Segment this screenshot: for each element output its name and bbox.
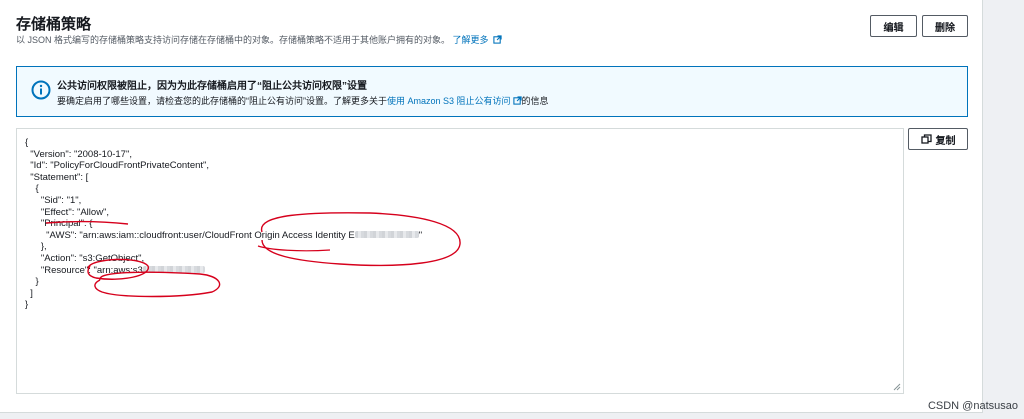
code-line: "AWS": "arn:aws:iam::cloudfront:user/Clo… — [25, 229, 355, 241]
redacted-value — [354, 230, 419, 238]
learn-more-label: 了解更多 — [452, 35, 489, 45]
code-line: { — [25, 183, 39, 195]
info-icon — [31, 80, 51, 100]
code-line: "Principal": { — [25, 218, 93, 230]
code-line: } — [25, 299, 29, 311]
alert-body: 要确定启用了哪些设置，请检查您的此存储桶的“阻止公有访问”设置。了解更多关于使用… — [57, 94, 549, 107]
edit-button[interactable]: 编辑 — [870, 15, 917, 37]
code-line: { — [25, 137, 29, 148]
watermark: CSDN @natsusao — [927, 400, 1018, 412]
description-text: 以 JSON 格式编写的存储桶策略支持访问存储在存储桶中的对象。存储桶策略不适用… — [16, 35, 451, 45]
code-line: "Statement": [ — [25, 171, 89, 183]
delete-button[interactable]: 删除 — [922, 15, 968, 37]
resize-handle-icon[interactable] — [893, 383, 901, 391]
copy-icon — [920, 133, 932, 144]
alert-body-suffix: 的信息 — [521, 96, 549, 106]
panel-description: 以 JSON 格式编写的存储桶策略支持访问存储在存储桶中的对象。存储桶策略不适用… — [16, 33, 502, 46]
code-line: }, — [25, 241, 47, 253]
alert-body-text: 要确定启用了哪些设置，请检查您的此存储桶的“阻止公有访问”设置。了解更多关于 — [57, 96, 387, 106]
copy-button[interactable]: 复制 — [908, 128, 968, 150]
code-line: "Resource": "arn:aws:s3 — [25, 264, 143, 276]
learn-more-link[interactable]: 了解更多 — [453, 35, 503, 45]
policy-json-editor[interactable]: { "Version": "2008-10-17", "Id": "Policy… — [16, 128, 904, 394]
code-line: ] — [25, 287, 33, 299]
code-line: "Effect": "Allow", — [25, 206, 110, 218]
code-line: } — [25, 276, 39, 288]
bucket-policy-panel: 存储桶策略 以 JSON 格式编写的存储桶策略支持访问存储在存储桶中的对象。存储… — [0, 0, 983, 413]
external-link-icon — [493, 35, 502, 44]
panel-title: 存储桶策略 — [16, 16, 92, 33]
copy-label: 复制 — [935, 135, 956, 147]
code-line: "Version": "2008-10-17", — [25, 148, 132, 160]
block-public-access-link[interactable]: 使用 Amazon S3 阻止公有访问 — [387, 96, 522, 106]
code-line: "Sid": "1", — [25, 194, 82, 206]
code-line: "Action": "s3:GetObject", — [25, 252, 145, 264]
external-link-icon — [512, 96, 522, 105]
alert-title: 公共访问权限被阻止，因为为此存储桶启用了“阻止公共访问权限”设置 — [57, 81, 367, 92]
code-line: " — [418, 229, 423, 241]
block-public-access-link-label: 使用 Amazon S3 阻止公有访问 — [387, 96, 511, 106]
code-line: "Id": "PolicyForCloudFrontPrivateContent… — [25, 160, 210, 172]
policy-json-code: { "Version": "2008-10-17", "Id": "Policy… — [25, 137, 422, 311]
block-public-access-alert: 公共访问权限被阻止，因为为此存储桶启用了“阻止公共访问权限”设置 要确定启用了哪… — [16, 66, 968, 117]
redacted-value — [142, 265, 205, 273]
